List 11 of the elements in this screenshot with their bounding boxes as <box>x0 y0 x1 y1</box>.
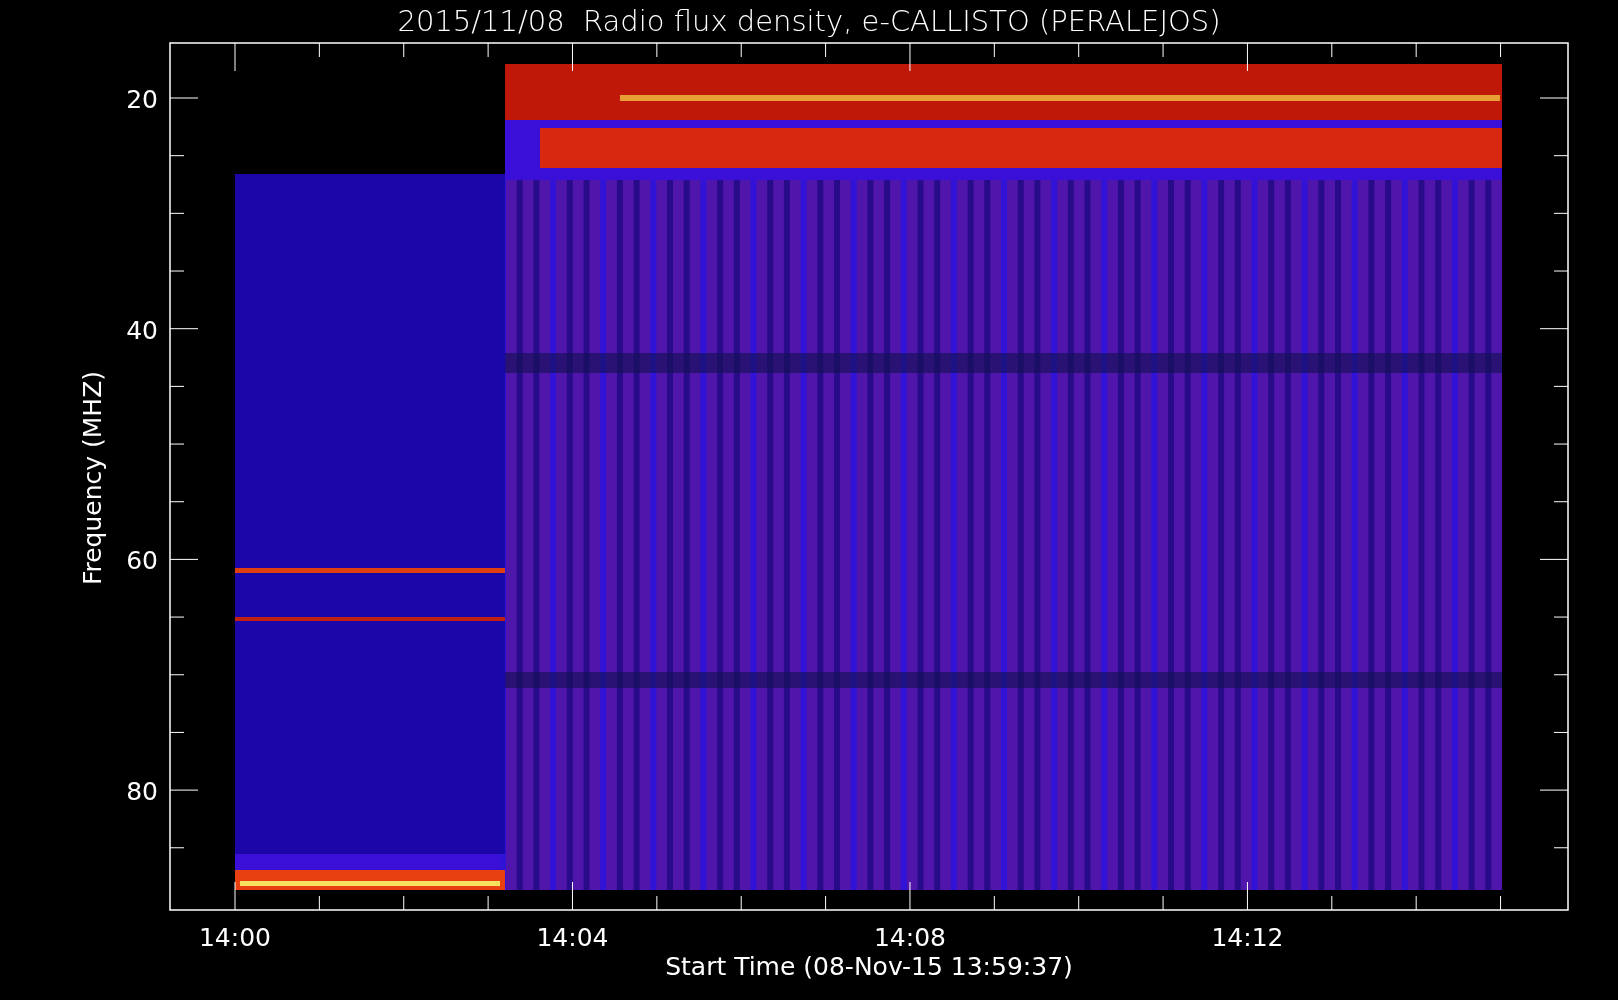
y-tick-label: 20 <box>126 85 158 114</box>
x-tick-label: 14:00 <box>199 923 271 952</box>
y-tick-label: 60 <box>126 546 158 576</box>
chart-title: 2015/11/08 Radio flux density, e-CALLISTO (PERALEJOS) <box>397 4 1221 38</box>
x-tick-label: 14:08 <box>873 923 946 952</box>
y-tick-label: 40 <box>126 315 158 345</box>
x-tick-label: 14:12 <box>1211 923 1284 952</box>
x-tick-label: 14:04 <box>536 923 609 952</box>
y-tick-label: 80 <box>126 777 158 807</box>
y-axis-label: Frequency (MHZ) <box>78 370 107 586</box>
x-axis-label: Start Time (08-Nov-15 13:59:37) <box>665 952 1073 981</box>
